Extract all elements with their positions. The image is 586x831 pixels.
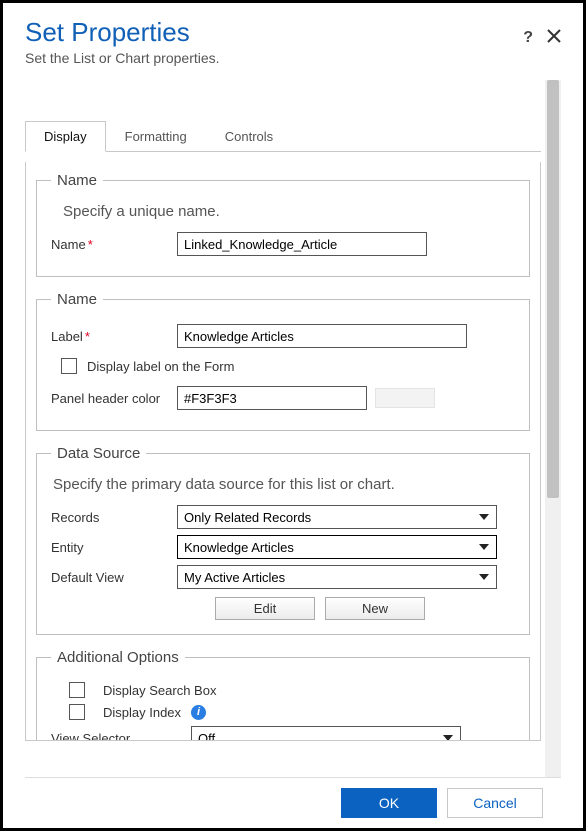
select-view-selector[interactable]: Off <box>191 726 461 741</box>
checkbox-display-index[interactable] <box>69 704 85 720</box>
row-view-selector: View Selector Off <box>51 726 515 741</box>
header-icons: ? <box>523 29 561 48</box>
display-panel: Name Specify a unique name. Name* Name L… <box>25 162 541 741</box>
input-panel-color[interactable] <box>177 386 367 410</box>
close-icon[interactable] <box>547 29 561 48</box>
scrollbar-thumb[interactable] <box>547 80 559 498</box>
section-additional: Additional Options Display Search Box Di… <box>36 649 530 741</box>
data-source-intro: Specify the primary data source for this… <box>53 476 515 493</box>
label-display-on-form: Display label on the Form <box>87 359 234 374</box>
dialog-footer: OK Cancel <box>25 777 561 828</box>
panel-color-swatch <box>375 388 435 408</box>
new-view-button[interactable]: New <box>325 597 425 620</box>
row-label: Label* <box>51 324 515 348</box>
dialog-title: Set Properties <box>25 17 523 48</box>
label-display-index: Display Index <box>103 705 181 720</box>
section-label: Name Label* Display label on the Form Pa… <box>36 291 530 431</box>
row-records: Records Only Related Records <box>51 505 515 529</box>
content-wrap: Display Formatting Controls Name Specify… <box>25 80 561 777</box>
label-entity: Entity <box>51 540 177 555</box>
row-name: Name* <box>51 232 515 256</box>
label-name: Name* <box>51 237 177 252</box>
row-display-on-form: Display label on the Form <box>61 358 515 374</box>
label-view-selector: View Selector <box>51 731 191 742</box>
row-search-box: Display Search Box <box>69 682 515 698</box>
tab-display[interactable]: Display <box>25 121 106 152</box>
vertical-scrollbar[interactable] <box>545 80 561 777</box>
label-default-view: Default View <box>51 570 177 585</box>
edit-view-button[interactable]: Edit <box>215 597 315 620</box>
checkbox-display-on-form[interactable] <box>61 358 77 374</box>
dialog-subtitle: Set the List or Chart properties. <box>25 50 523 66</box>
input-name[interactable] <box>177 232 427 256</box>
help-icon[interactable]: ? <box>523 29 533 48</box>
info-icon[interactable]: i <box>191 705 206 720</box>
input-label[interactable] <box>177 324 467 348</box>
tab-controls[interactable]: Controls <box>206 121 292 152</box>
row-panel-color: Panel header color <box>51 386 515 410</box>
section-additional-legend: Additional Options <box>51 649 185 666</box>
dialog-root: Set Properties Set the List or Chart pro… <box>3 3 583 828</box>
label-label: Label* <box>51 329 177 344</box>
select-default-view[interactable]: My Active Articles <box>177 565 497 589</box>
checkbox-search-box[interactable] <box>69 682 85 698</box>
tab-strip: Display Formatting Controls <box>25 120 541 152</box>
cancel-button[interactable]: Cancel <box>447 788 543 818</box>
ok-button[interactable]: OK <box>341 788 437 818</box>
label-panel-color: Panel header color <box>51 391 177 406</box>
main-panel: Display Formatting Controls Name Specify… <box>25 80 541 777</box>
section-name-intro: Specify a unique name. <box>63 203 515 220</box>
section-name: Name Specify a unique name. Name* <box>36 172 530 277</box>
section-name-legend: Name <box>51 172 103 189</box>
row-display-index: Display Index i <box>69 704 515 720</box>
section-label-legend: Name <box>51 291 103 308</box>
tab-formatting[interactable]: Formatting <box>106 121 206 152</box>
section-data-source: Data Source Specify the primary data sou… <box>36 445 530 635</box>
view-buttons: Edit New <box>215 597 515 620</box>
row-default-view: Default View My Active Articles <box>51 565 515 589</box>
title-block: Set Properties Set the List or Chart pro… <box>25 17 523 80</box>
dialog-header: Set Properties Set the List or Chart pro… <box>25 17 561 80</box>
select-records[interactable]: Only Related Records <box>177 505 497 529</box>
section-data-source-legend: Data Source <box>51 445 146 462</box>
label-search-box: Display Search Box <box>103 683 216 698</box>
select-entity[interactable]: Knowledge Articles <box>177 535 497 559</box>
label-records: Records <box>51 510 177 525</box>
row-entity: Entity Knowledge Articles <box>51 535 515 559</box>
